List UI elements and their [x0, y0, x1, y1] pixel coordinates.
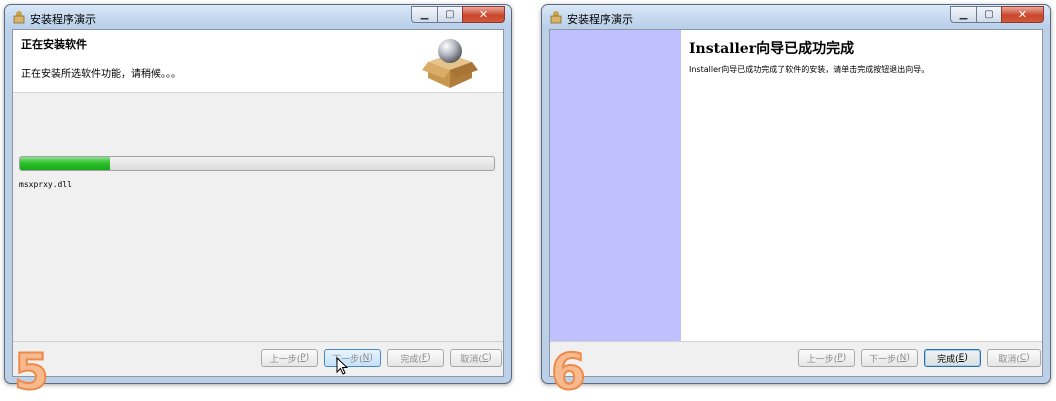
maximize-icon: ▢ [984, 9, 994, 20]
minimize-button[interactable]: ▁ [950, 6, 976, 23]
page-title: Installer向导已成功完成 [689, 41, 855, 57]
installer-icon [550, 11, 562, 24]
finish-button[interactable]: 完成(E) [924, 349, 981, 367]
wizard-header: 正在安装软件 正在安装所选软件功能，请稍候。。。 [13, 30, 503, 93]
installer-window-installing: 安装程序演示 ▁ ▢ ✕ 正在安装软件 正在安装所选软件功能，请稍候。。。 ms… [4, 4, 512, 384]
page-title: 正在安装软件 [21, 38, 87, 51]
finish-button[interactable]: 完成(F) [387, 349, 444, 367]
maximize-button[interactable]: ▢ [976, 6, 1001, 23]
installer-window-finished: 安装程序演示 ▁ ▢ ✕ Installer向导已成功完成 Installer向… [541, 4, 1051, 384]
maximize-icon: ▢ [445, 9, 455, 20]
wizard-side-panel [550, 30, 681, 342]
next-button[interactable]: 下一步(N) [324, 349, 381, 367]
title-bar[interactable]: 安装程序演示 ▁ ▢ ✕ [542, 5, 1050, 29]
minimize-icon: ▁ [959, 9, 968, 20]
minimize-button[interactable]: ▁ [411, 6, 437, 23]
page-description: Installer向导已成功完成了软件的安装，请单击完成按钮退出向导。 [689, 65, 930, 74]
mouse-cursor-icon [336, 357, 348, 375]
progress-fill [20, 157, 111, 170]
minimize-icon: ▁ [420, 9, 429, 20]
maximize-button[interactable]: ▢ [437, 6, 462, 23]
current-file-label: msxprxy.dll [19, 180, 72, 189]
window-title: 安装程序演示 [30, 13, 96, 26]
cancel-button[interactable]: 取消(C) [987, 349, 1041, 367]
step-number-label: 5 [13, 343, 50, 401]
install-progress-bar [19, 156, 495, 171]
title-bar[interactable]: 安装程序演示 ▁ ▢ ✕ [5, 5, 511, 29]
button-bar: 上一步(P) 下一步(N) 完成(F) 取消(C) [13, 341, 503, 376]
dialog-body: Installer向导已成功完成 Installer向导已成功完成了软件的安装，… [549, 29, 1043, 377]
cancel-button[interactable]: 取消(C) [450, 349, 502, 367]
dialog-body: 正在安装软件 正在安装所选软件功能，请稍候。。。 msxprxy.dll 上一步… [12, 29, 504, 377]
close-button[interactable]: ✕ [462, 6, 505, 23]
wizard-content: Installer向导已成功完成 Installer向导已成功完成了软件的安装，… [681, 30, 1042, 342]
package-box-icon [422, 39, 478, 88]
window-title: 安装程序演示 [567, 13, 633, 26]
back-button[interactable]: 上一步(P) [261, 349, 318, 367]
installer-icon [13, 11, 25, 24]
close-button[interactable]: ✕ [1001, 6, 1044, 23]
next-button[interactable]: 下一步(N) [861, 349, 918, 367]
close-icon: ✕ [478, 8, 489, 21]
close-icon: ✕ [1017, 8, 1028, 21]
page-description: 正在安装所选软件功能，请稍候。。。 [21, 69, 181, 80]
button-bar: 上一步(P) 下一步(N) 完成(E) 取消(C) [550, 341, 1042, 376]
step-number-label: 6 [550, 343, 587, 401]
back-button[interactable]: 上一步(P) [798, 349, 855, 367]
